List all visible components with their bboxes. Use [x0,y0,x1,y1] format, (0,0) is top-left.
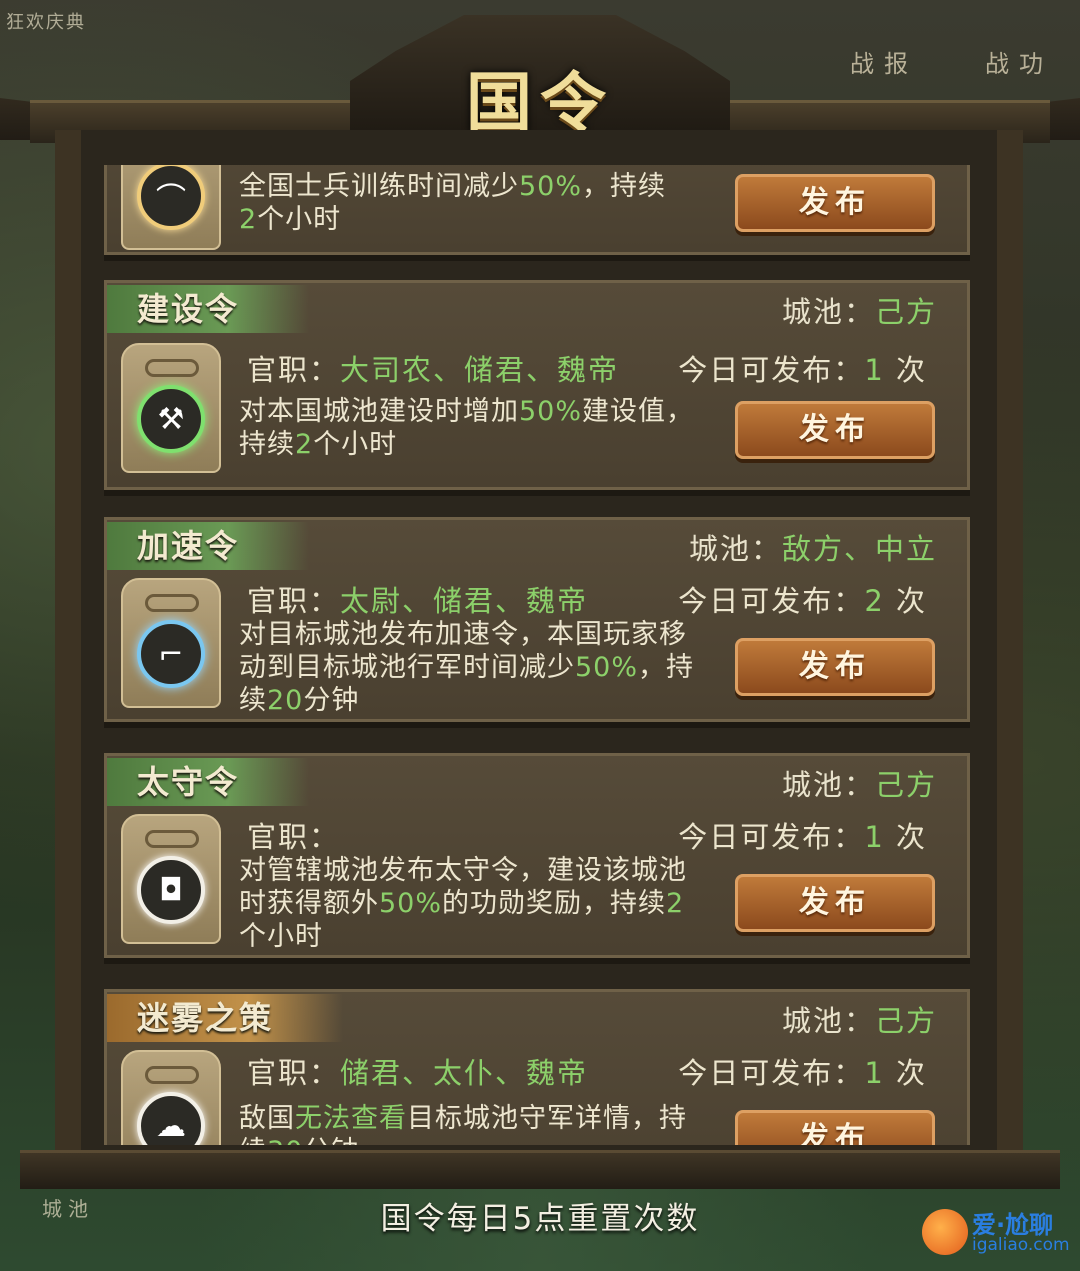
order-tablet: ◘ [121,814,221,944]
order-name: 太守令 [107,758,310,806]
publish-button[interactable]: 发布 [735,1110,935,1145]
order-description: 对本国城池建设时增加50%建设值，持续2个小时 [239,396,695,460]
tablet-pattern [145,830,199,848]
hammer-icon: ⚒ [137,385,205,453]
daily-count: 今日可发布：1 次 [678,353,927,387]
publish-button[interactable]: 发布 [735,874,935,932]
daily-count: 今日可发布：1 次 [678,820,927,854]
office-requirement: 官职： [247,820,341,854]
order-tablet: ⌐ [121,578,221,708]
order-card-speedup: 加速令 城池：敌方、中立 ⌐ 官职：太尉、储君、魏帝 今日可发布：2 次 对目标… [104,517,970,722]
order-tablet: ☁ [121,1050,221,1145]
daily-count: 今日可发布：2 次 [678,584,927,618]
order-card-training: ⌒ 全国士兵训练时间减少50%，持续 2个小时 发布 [104,165,970,255]
order-description: 敌国无法查看目标城池守军详情，持续30分钟 [239,1103,687,1145]
publish-button[interactable]: 发布 [735,174,935,232]
target-city: 城池：己方 [781,1004,937,1038]
target-city: 城池：己方 [781,768,937,802]
orders-list[interactable]: ⌒ 全国士兵训练时间减少50%，持续 2个小时 发布 建设令 城池：己方 ⚒ 官职… [104,165,970,1145]
office-requirement: 官职：大司农、储君、魏帝 [247,353,620,387]
tablet-pattern [145,594,199,612]
office-requirement: 官职：太尉、储君、魏帝 [247,584,589,618]
target-city: 城池：敌方、中立 [688,532,937,566]
daily-count: 今日可发布：1 次 [678,1056,927,1090]
order-tablet: ⌒ [121,165,221,250]
tablet-pattern [145,359,199,377]
publish-button[interactable]: 发布 [735,401,935,459]
publish-button[interactable]: 发布 [735,638,935,696]
office-requirement: 官职：储君、太仆、魏帝 [247,1056,589,1090]
panel-bottom-frame [20,1150,1060,1189]
coin-icon: ◘ [137,856,205,924]
order-card-governor: 太守令 城池：己方 ◘ 官职： 今日可发布：1 次 对管辖城池发布太守令，建设该… [104,753,970,958]
order-description: 对目标城池发布加速令，本国玩家移动到目标城池行军时间减少50%，持续20分钟 [239,619,695,716]
tablet-pattern [145,1066,199,1084]
order-tablet: ⚒ [121,343,221,473]
order-name: 迷雾之策 [107,994,344,1042]
training-icon: ⌒ [137,165,205,230]
watermark-logo-icon [922,1209,968,1255]
target-city: 城池：己方 [781,295,937,329]
cloud-icon: ☁ [137,1092,205,1145]
order-name: 建设令 [107,285,310,333]
event-label[interactable]: 狂欢庆典 [6,8,86,34]
boot-icon: ⌐ [137,620,205,688]
order-description: 全国士兵训练时间减少50%，持续 2个小时 [239,171,667,235]
watermark: 爱·尬聊 igaliao.com [918,1205,1070,1260]
order-description: 对管辖城池发布太守令，建设该城池时获得额外50%的功勋奖励，持续2个小时 [239,855,687,952]
order-name: 加速令 [107,522,310,570]
order-card-construction: 建设令 城池：己方 ⚒ 官职：大司农、储君、魏帝 今日可发布：1 次 对本国城池… [104,280,970,490]
watermark-url: igaliao.com [972,1235,1070,1255]
order-card-fog: 迷雾之策 城池：己方 ☁ 官职：储君、太仆、魏帝 今日可发布：1 次 敌国无法查… [104,989,970,1145]
